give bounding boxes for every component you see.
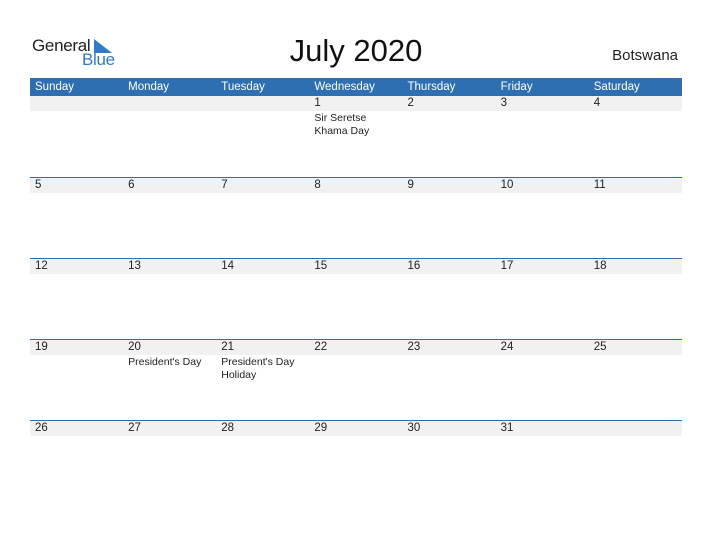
holiday-event	[30, 355, 123, 382]
holiday-event	[589, 436, 682, 437]
day-number: 8	[314, 179, 321, 191]
day-number: 20	[128, 341, 141, 353]
day-number: 30	[407, 422, 421, 434]
day-number: 28	[221, 422, 235, 434]
holiday-event	[216, 193, 309, 194]
day-number: 19	[35, 341, 48, 353]
holiday-event	[589, 193, 682, 194]
date-row: 1 2 3 4	[30, 96, 682, 111]
weekday-thursday: Thursday	[407, 81, 456, 93]
holiday-event	[403, 355, 496, 382]
day-number: 22	[314, 341, 328, 353]
date-row: 26 27 28 29 30 31	[30, 421, 682, 436]
day-number: 31	[500, 422, 514, 434]
holiday-event	[496, 274, 589, 275]
day-number: 29	[314, 422, 328, 434]
holiday-event	[403, 111, 496, 138]
holiday-event	[30, 111, 123, 138]
holiday-event	[123, 274, 216, 275]
holiday-event: President's Day	[128, 356, 202, 368]
day-number: 11	[593, 179, 606, 191]
day-number: 26	[35, 422, 48, 434]
day-number: 2	[407, 97, 414, 109]
holiday-event	[496, 355, 589, 382]
weekday-friday: Friday	[500, 81, 533, 93]
day-number: 14	[221, 260, 235, 272]
holiday-event: President's Day Holiday	[221, 356, 295, 381]
holiday-event	[589, 355, 682, 382]
holiday-event	[309, 436, 402, 437]
holiday-event	[496, 111, 589, 138]
weekday-sunday: Sunday	[35, 81, 75, 93]
holiday-event	[403, 436, 496, 437]
week-row: 19 20 21 22 23 24 25 President's Day President's…	[30, 339, 682, 382]
day-number: 13	[128, 260, 141, 272]
day-number: 4	[593, 97, 601, 109]
holiday-event	[123, 111, 216, 138]
holiday-event	[589, 111, 682, 138]
event-row: President's Day President's Day Holiday	[30, 355, 682, 382]
day-number: 12	[35, 260, 48, 272]
day-number: 9	[407, 179, 414, 191]
day-number: 16	[407, 260, 421, 272]
holiday-event	[496, 436, 589, 437]
week-row: 12 13 14 15 16 17 18	[30, 258, 682, 275]
day-number: 24	[500, 341, 514, 353]
day-number: 17	[500, 260, 514, 272]
holiday-event	[216, 436, 309, 437]
day-number: 6	[128, 179, 135, 191]
holiday-event	[309, 274, 402, 275]
day-number: 1	[314, 97, 321, 109]
holiday-event	[309, 193, 402, 194]
weekday-tuesday: Tuesday	[221, 81, 265, 93]
day-number	[589, 421, 682, 436]
holiday-event	[123, 193, 216, 194]
calendar-title: July 2020	[289, 33, 423, 68]
weekday-header: Sunday Monday Tuesday Wednesday Thursday…	[30, 78, 682, 96]
country-label: Botswana	[612, 47, 678, 64]
date-row: 12 13 14 15 16 17 18	[30, 259, 682, 274]
week-row: 1 2 3 4 Sir Seretse Khama Day	[30, 96, 682, 138]
holiday-event	[496, 193, 589, 194]
event-row: Sir Seretse Khama Day	[30, 111, 682, 138]
holiday-event	[216, 274, 309, 275]
date-row: 19 20 21 22 23 24 25	[30, 340, 682, 355]
day-number	[216, 96, 309, 111]
date-row: 5 6 7 8 9 10 11	[30, 178, 682, 193]
week-row: 5 6 7 8 9 10 11	[30, 177, 682, 194]
holiday-event	[30, 436, 123, 437]
week-row: 26 27 28 29 30 31	[30, 420, 682, 437]
day-number: 27	[128, 422, 141, 434]
holiday-event: Sir Seretse Khama Day	[314, 112, 370, 137]
holiday-event	[403, 193, 496, 194]
day-number: 5	[35, 179, 42, 191]
day-number: 23	[407, 341, 421, 353]
holiday-event	[309, 355, 402, 382]
day-number: 18	[593, 260, 607, 272]
event-row	[30, 193, 682, 194]
day-number: 3	[500, 97, 508, 109]
event-row	[30, 274, 682, 275]
weekday-wednesday: Wednesday	[314, 81, 375, 93]
holiday-event	[403, 274, 496, 275]
day-number: 21	[221, 341, 235, 353]
day-number: 7	[221, 179, 228, 191]
day-number: 15	[314, 260, 328, 272]
event-row	[30, 436, 682, 437]
holiday-event	[123, 436, 216, 437]
holiday-event	[30, 274, 123, 275]
holiday-event	[216, 111, 309, 138]
weekday-saturday: Saturday	[593, 81, 640, 93]
holiday-event	[589, 274, 682, 275]
day-number: 25	[593, 341, 607, 353]
day-number	[123, 96, 216, 111]
day-number: 10	[500, 179, 514, 191]
weekday-monday: Monday	[128, 81, 170, 93]
holiday-event	[30, 193, 123, 194]
day-number	[30, 96, 123, 111]
